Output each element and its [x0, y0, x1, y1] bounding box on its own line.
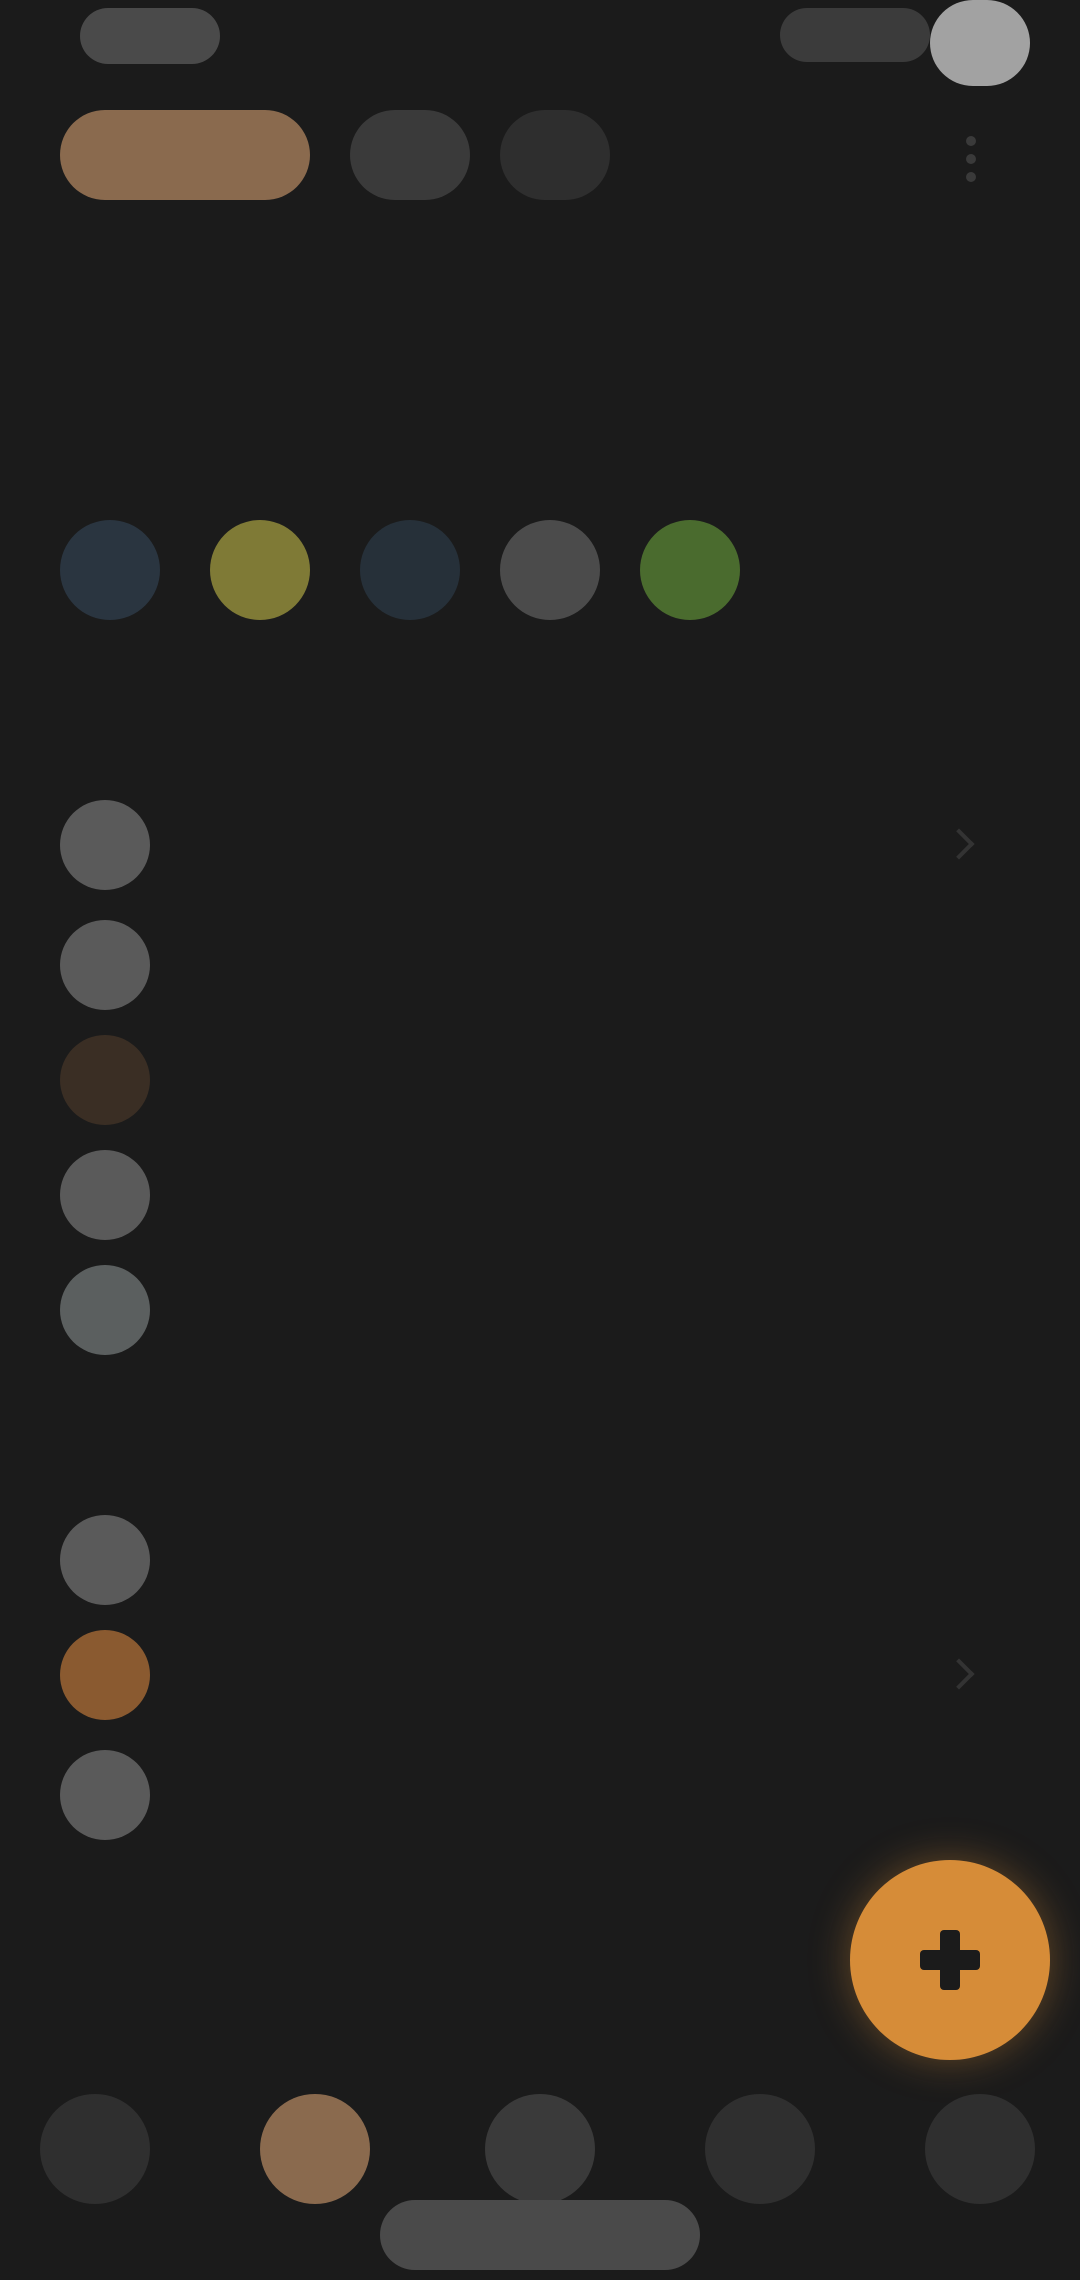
nav-item-2[interactable] — [260, 2094, 370, 2204]
circle-icon — [60, 1630, 150, 1720]
status-bar — [0, 0, 1080, 86]
tab-1[interactable] — [60, 110, 310, 200]
list-item[interactable] — [60, 790, 1020, 890]
nav-item-4[interactable] — [705, 2094, 815, 2204]
nav-item-5[interactable] — [925, 2094, 1035, 2204]
page-title — [60, 290, 380, 370]
tab-3[interactable] — [500, 110, 610, 200]
list-item[interactable] — [60, 1140, 1020, 1240]
color-swatches — [60, 520, 760, 640]
circle-icon — [60, 1265, 150, 1355]
status-icons — [780, 0, 1040, 86]
list-item[interactable] — [60, 1255, 1020, 1355]
list-item[interactable] — [60, 1740, 1020, 1840]
nav-item-3[interactable] — [485, 2094, 595, 2204]
tab-2[interactable] — [350, 110, 470, 200]
circle-icon — [60, 1750, 150, 1840]
color-swatch-dark-navy[interactable] — [360, 520, 460, 620]
color-swatch-green[interactable] — [640, 520, 740, 620]
list-item[interactable] — [60, 1505, 1020, 1605]
color-swatch-slate-blue[interactable] — [60, 520, 160, 620]
list-item[interactable] — [60, 910, 1020, 1010]
chevron-right-icon — [940, 1655, 980, 1695]
bottom-nav — [0, 2080, 1080, 2210]
circle-icon — [60, 1515, 150, 1605]
home-indicator[interactable] — [380, 2200, 700, 2270]
status-time — [80, 8, 220, 64]
top-tabs — [60, 110, 1020, 200]
circle-icon — [60, 800, 150, 890]
circle-icon — [60, 1150, 150, 1240]
battery-icon — [930, 0, 1030, 86]
color-swatch-olive-yellow[interactable] — [210, 520, 310, 620]
list-item[interactable] — [60, 1620, 1020, 1720]
color-swatch-gray[interactable] — [500, 520, 600, 620]
more-options-icon[interactable] — [940, 130, 1000, 190]
circle-icon — [60, 1035, 150, 1125]
list-item[interactable] — [60, 1025, 1020, 1125]
chevron-right-icon — [940, 825, 980, 865]
signal-icon — [780, 8, 930, 62]
add-button[interactable] — [850, 1860, 1050, 2060]
circle-icon — [60, 920, 150, 1010]
nav-item-1[interactable] — [40, 2094, 150, 2204]
